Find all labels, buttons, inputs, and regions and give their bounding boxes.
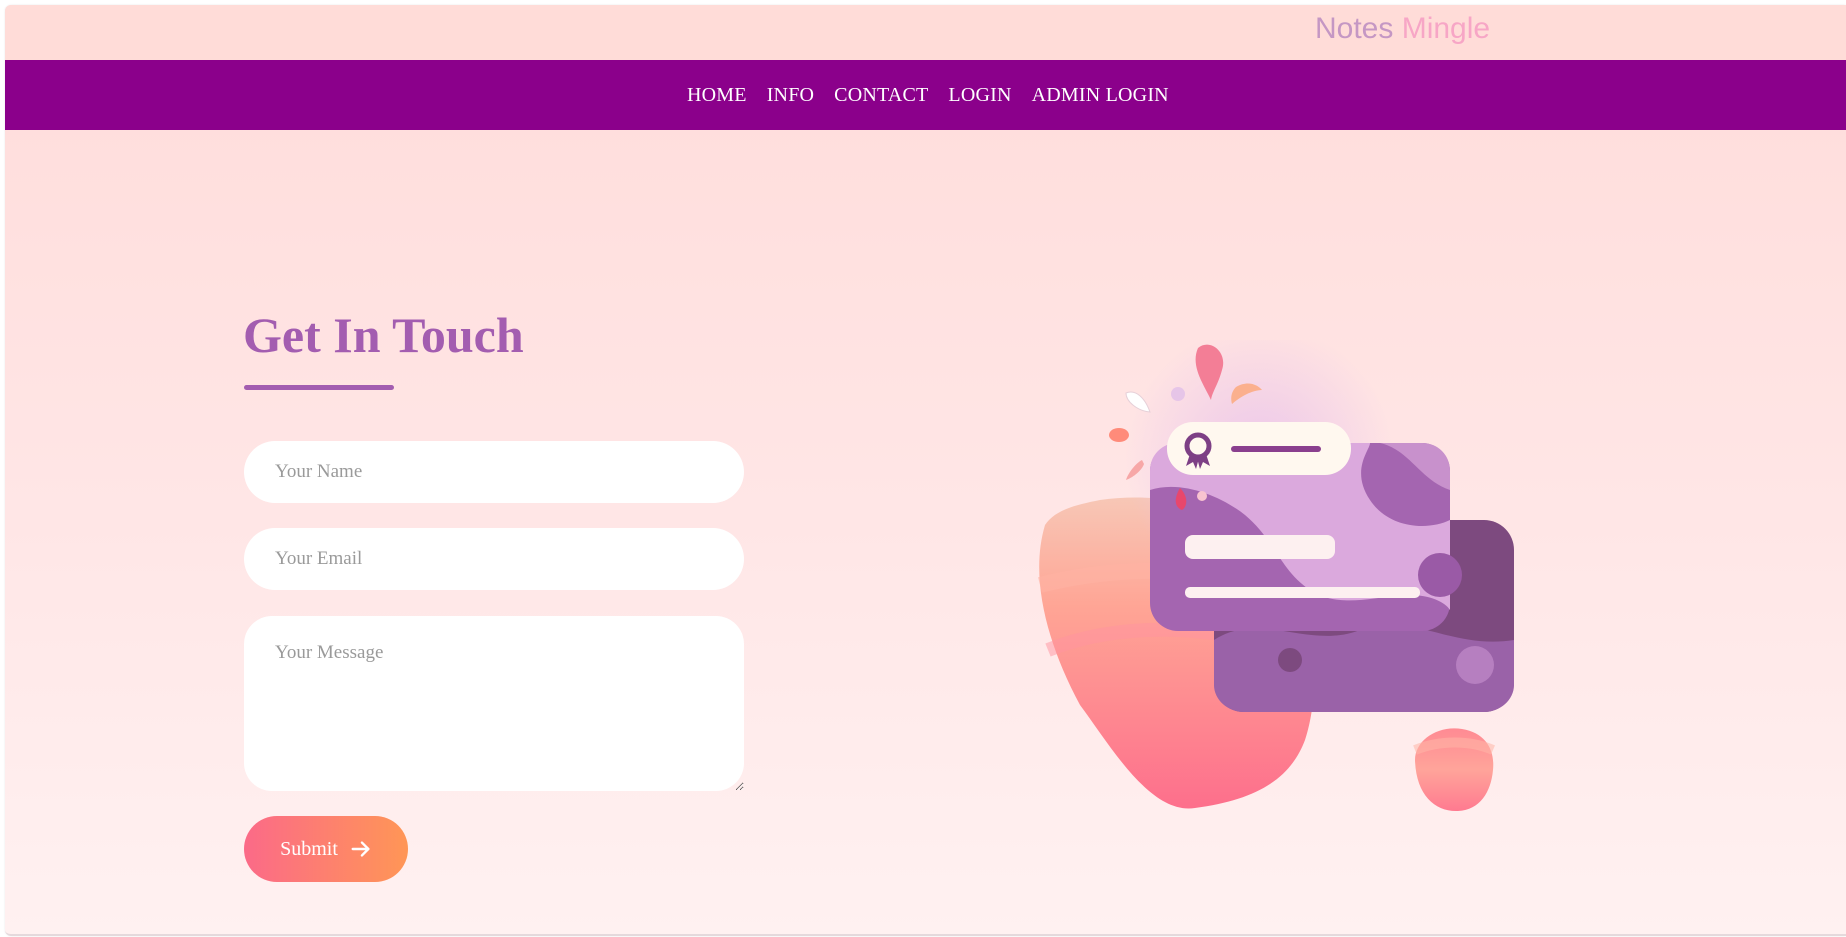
submit-button[interactable]: Submit: [244, 816, 408, 882]
nav-menu: HOME INFO CONTACT LOGIN ADMIN LOGIN: [687, 60, 1169, 130]
pink-ball-shape: [1413, 728, 1495, 812]
nav-item-info[interactable]: INFO: [767, 84, 814, 107]
message-textarea[interactable]: [244, 616, 744, 791]
submit-button-label: Submit: [280, 837, 338, 860]
page-container: Notes Mingle HOME INFO CONTACT LOGIN ADM…: [5, 5, 1846, 936]
brand-logo[interactable]: Notes Mingle: [1315, 10, 1490, 48]
brand-name-notes: Notes: [1315, 12, 1402, 45]
nav-item-home[interactable]: HOME: [687, 84, 747, 107]
email-input[interactable]: [244, 528, 744, 590]
nav-item-contact[interactable]: CONTACT: [834, 84, 928, 107]
contact-heading: Get In Touch: [243, 307, 524, 363]
award-ribbon-icon: [1167, 422, 1351, 475]
brand-name-mingle: Mingle: [1401, 12, 1491, 45]
arrow-right-icon: [351, 841, 370, 857]
nav-item-login[interactable]: LOGIN: [948, 84, 1011, 107]
heading-underline: [244, 385, 394, 390]
main-navbar: HOME INFO CONTACT LOGIN ADMIN LOGIN: [5, 60, 1846, 130]
nav-item-admin-login[interactable]: ADMIN LOGIN: [1032, 84, 1169, 107]
top-bar: Notes Mingle: [5, 5, 1846, 60]
name-input[interactable]: [244, 441, 744, 503]
contact-illustration: [1038, 340, 1514, 812]
